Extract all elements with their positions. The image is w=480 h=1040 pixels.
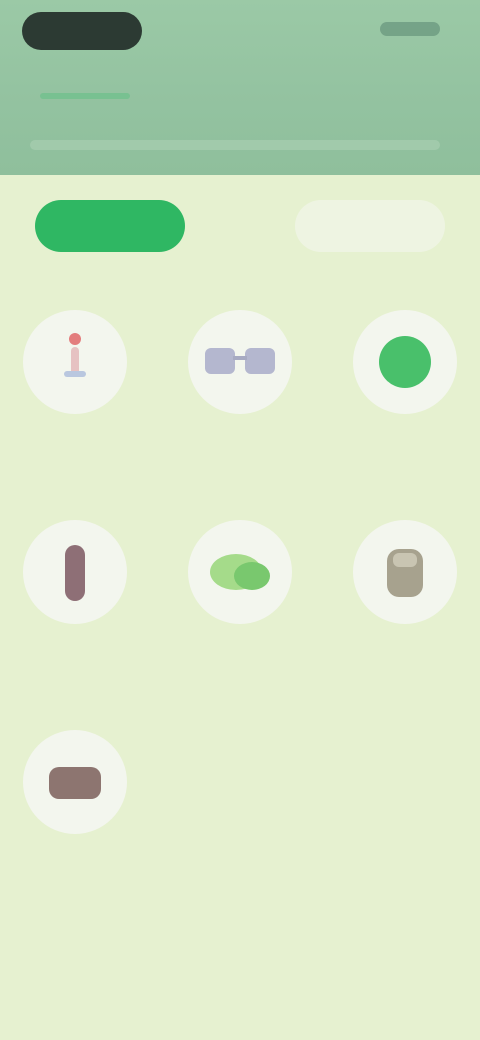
item-icon-circle <box>353 520 457 624</box>
green-ball-icon <box>379 336 431 388</box>
bottle-icon <box>65 545 85 601</box>
grid-item[interactable] <box>330 300 480 490</box>
grid-item[interactable] <box>0 300 150 490</box>
tab-bar <box>0 70 480 110</box>
leaf-icon <box>210 554 270 590</box>
item-icon-circle <box>188 520 292 624</box>
header-bar <box>0 0 480 175</box>
box-icon <box>49 767 101 799</box>
item-icon-circle <box>353 310 457 414</box>
grid-item[interactable] <box>330 510 480 700</box>
filter-button-secondary[interactable] <box>295 200 445 252</box>
status-icons <box>380 22 440 36</box>
grid-item[interactable] <box>165 510 315 700</box>
item-icon-circle <box>188 310 292 414</box>
filter-button-primary[interactable] <box>35 200 185 252</box>
tab-indicator <box>40 93 130 99</box>
item-icon-circle <box>23 520 127 624</box>
item-icon-circle <box>23 310 127 414</box>
item-icon-circle <box>23 730 127 834</box>
status-bar-pill <box>22 12 142 50</box>
grid-item[interactable] <box>165 300 315 490</box>
tab-secondary[interactable] <box>180 70 300 102</box>
glasses-icon <box>205 348 275 374</box>
grid-item[interactable] <box>0 720 150 910</box>
header-subline <box>30 140 440 150</box>
person-icon <box>64 333 86 377</box>
bag-icon <box>387 549 423 597</box>
grid-item[interactable] <box>0 510 150 700</box>
